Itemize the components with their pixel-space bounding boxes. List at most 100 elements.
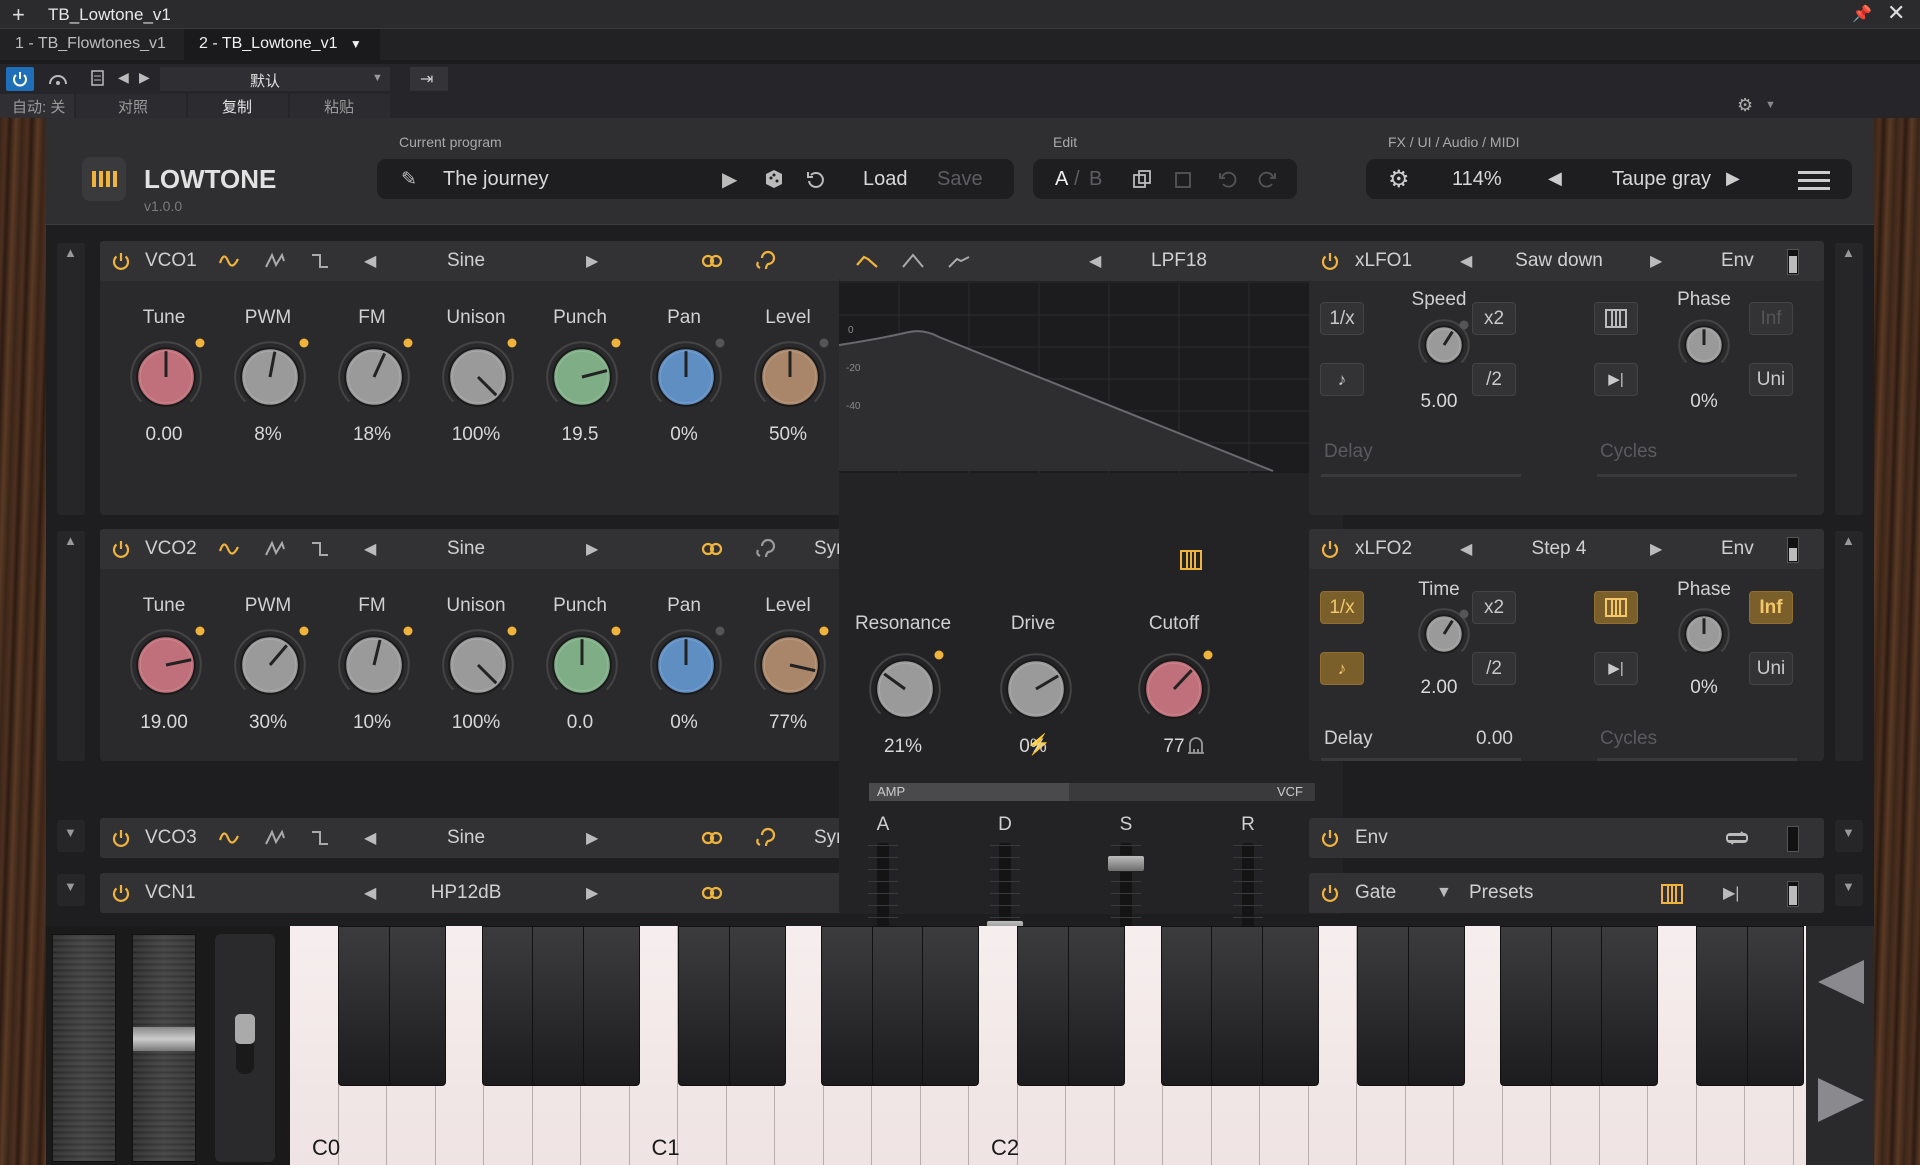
wave-next-icon[interactable]: ▶ bbox=[586, 828, 598, 848]
tab-flowtones[interactable]: 1 - TB_Flowtones_v1 bbox=[0, 29, 181, 60]
gear-icon[interactable]: ⚙ bbox=[1737, 95, 1753, 116]
filter-next-icon[interactable]: ▶ bbox=[586, 883, 598, 903]
vco1-unison-knob[interactable] bbox=[438, 337, 518, 417]
white-key[interactable] bbox=[290, 926, 339, 1165]
loop-icon[interactable] bbox=[1724, 829, 1750, 847]
vco1-collapse-bar[interactable]: ▲ bbox=[57, 243, 85, 515]
xlfo2-cycles-slider[interactable] bbox=[1597, 758, 1797, 761]
black-key[interactable] bbox=[821, 926, 879, 1086]
black-key[interactable] bbox=[1160, 926, 1218, 1086]
black-key[interactable] bbox=[677, 926, 735, 1086]
settings-dropdown-icon[interactable]: ▼ bbox=[1765, 99, 1776, 111]
saw-wave-icon[interactable] bbox=[264, 539, 288, 559]
octave-up-icon[interactable] bbox=[1814, 1074, 1866, 1126]
vco2-punch-knob[interactable] bbox=[542, 625, 622, 705]
black-key[interactable] bbox=[922, 926, 979, 1086]
lowpass-shape-icon[interactable] bbox=[855, 251, 879, 271]
ear-icon[interactable] bbox=[752, 538, 776, 560]
paste-ab-icon[interactable] bbox=[1173, 169, 1193, 189]
route-arrow-button[interactable]: ⇥ bbox=[410, 67, 448, 91]
filter-type-prev-icon[interactable]: ◀ bbox=[1089, 251, 1101, 271]
vco2-fm-knob[interactable] bbox=[334, 625, 414, 705]
close-icon[interactable]: ✕ bbox=[1887, 0, 1905, 26]
vcn1-power-icon[interactable] bbox=[110, 882, 132, 904]
xlfo1-retrigger-button[interactable]: ▶| bbox=[1594, 363, 1638, 396]
xlfo1-collapse-bar[interactable]: ▲ bbox=[1835, 243, 1863, 515]
vco3-wave-name[interactable]: Sine bbox=[386, 827, 546, 849]
xlfo2-shape[interactable]: Step 4 bbox=[1489, 538, 1629, 560]
vco1-level-knob[interactable] bbox=[750, 337, 830, 417]
saw-wave-icon[interactable] bbox=[264, 828, 288, 848]
preset-next-icon[interactable]: ▶ bbox=[139, 69, 150, 86]
xlfo1-shape[interactable]: Saw down bbox=[1489, 250, 1629, 272]
vco3-expand-bar[interactable]: ▼ bbox=[57, 820, 85, 852]
xlfo1-x2-button[interactable]: x2 bbox=[1472, 302, 1516, 335]
black-key[interactable] bbox=[1747, 926, 1805, 1086]
drive-knob[interactable] bbox=[996, 649, 1076, 729]
black-key[interactable] bbox=[532, 926, 590, 1086]
zoom-level[interactable]: 114% bbox=[1452, 168, 1502, 191]
save-button[interactable]: Save bbox=[937, 168, 983, 191]
pencil-icon[interactable]: ✎ bbox=[401, 168, 417, 191]
random-dice-icon[interactable] bbox=[763, 168, 785, 190]
lfo-shape-prev-icon[interactable]: ◀ bbox=[1460, 251, 1472, 271]
mod-wheel[interactable] bbox=[132, 934, 196, 1162]
vco2-level-knob[interactable] bbox=[750, 625, 830, 705]
xlfo1-power-icon[interactable] bbox=[1319, 250, 1341, 272]
add-icon[interactable]: + bbox=[12, 2, 25, 28]
octave-down-icon[interactable] bbox=[1814, 956, 1866, 1008]
link-icon[interactable] bbox=[700, 883, 724, 903]
preset-prev-icon[interactable]: ◀ bbox=[118, 69, 129, 86]
sine-wave-icon[interactable] bbox=[218, 828, 242, 848]
vco2-collapse-bar[interactable]: ▲ bbox=[57, 531, 85, 761]
square-wave-icon[interactable] bbox=[310, 251, 334, 271]
vco1-tune-knob[interactable] bbox=[126, 337, 206, 417]
saw-wave-icon[interactable] bbox=[264, 251, 288, 271]
link-icon[interactable] bbox=[700, 539, 724, 559]
theme-prev-icon[interactable]: ◀ bbox=[1548, 168, 1562, 189]
vco3-power-icon[interactable] bbox=[110, 827, 132, 849]
amp-vcf-toggle[interactable]: AMP VCF bbox=[869, 783, 1315, 801]
black-key[interactable] bbox=[1261, 926, 1319, 1086]
env-power-icon[interactable] bbox=[1319, 827, 1341, 849]
filter-prev-icon[interactable]: ◀ bbox=[364, 883, 376, 903]
bypass-power-button[interactable] bbox=[6, 67, 34, 91]
xlfo2-delay-slider[interactable] bbox=[1321, 758, 1521, 761]
sustain-slider[interactable] bbox=[215, 934, 275, 1162]
xlfo2-retrigger-button[interactable]: ▶| bbox=[1594, 652, 1638, 685]
vco2-pan-knob[interactable] bbox=[646, 625, 726, 705]
xlfo2-note-sync-button[interactable]: ♪ bbox=[1320, 652, 1364, 685]
copy-button[interactable]: 复制 bbox=[188, 94, 288, 118]
ab-b-button[interactable]: B bbox=[1089, 168, 1102, 191]
xlfo2-time-knob[interactable] bbox=[1418, 608, 1470, 660]
xlfo1-inf-button[interactable]: Inf bbox=[1749, 302, 1793, 335]
pitch-wheel[interactable] bbox=[52, 934, 116, 1162]
compare-button[interactable]: 对照 bbox=[76, 94, 186, 118]
keytrack-piano-icon[interactable] bbox=[1180, 549, 1202, 571]
program-name[interactable]: The journey bbox=[443, 168, 549, 191]
xlfo2-env-button[interactable]: Env bbox=[1721, 538, 1754, 560]
settings-gear-icon[interactable]: ⚙ bbox=[1388, 165, 1410, 194]
ear-icon[interactable] bbox=[752, 250, 776, 272]
xlfo2-keytrack-button[interactable] bbox=[1594, 591, 1638, 624]
cutoff-knob[interactable] bbox=[1134, 649, 1214, 729]
lfo-shape-prev-icon[interactable]: ◀ bbox=[1460, 539, 1472, 559]
vco2-tune-knob[interactable] bbox=[126, 625, 206, 705]
redo-icon[interactable] bbox=[1258, 169, 1278, 189]
vco1-fm-knob[interactable] bbox=[334, 337, 414, 417]
xlfo1-delay-slider[interactable] bbox=[1321, 474, 1521, 477]
auto-off-button[interactable]: 自动: 关 bbox=[0, 94, 74, 118]
square-wave-icon[interactable] bbox=[310, 828, 334, 848]
vcn1-expand-bar[interactable]: ▼ bbox=[57, 874, 85, 906]
link-icon[interactable] bbox=[700, 251, 724, 271]
monitor-icon[interactable] bbox=[44, 68, 72, 90]
black-key[interactable] bbox=[1017, 926, 1075, 1086]
vco2-power-icon[interactable] bbox=[110, 538, 132, 560]
tab-dropdown-icon[interactable]: ▼ bbox=[350, 37, 362, 51]
undo-icon[interactable] bbox=[1217, 169, 1237, 189]
revert-icon[interactable] bbox=[805, 168, 827, 190]
preset-file-icon[interactable] bbox=[90, 68, 106, 88]
xlfo1-speed-knob[interactable] bbox=[1418, 319, 1470, 371]
filter-response-graph[interactable]: 0 -20 -40 bbox=[839, 283, 1343, 473]
xlfo1-invert-button[interactable]: 1/x bbox=[1320, 302, 1364, 335]
